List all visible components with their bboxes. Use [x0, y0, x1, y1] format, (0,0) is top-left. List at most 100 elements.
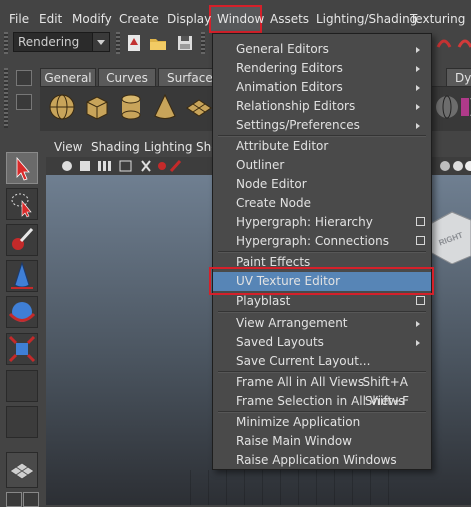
menu-item-label: Raise Application Windows	[236, 453, 397, 467]
menu-item-label: Playblast	[236, 294, 291, 308]
option-box-icon[interactable]	[416, 236, 425, 245]
nurbs-cone-icon[interactable]	[150, 92, 180, 122]
menu-item-save-current-layout[interactable]: Save Current Layout...	[213, 352, 431, 371]
menu-item-outliner[interactable]: Outliner	[213, 156, 431, 175]
menu-assets[interactable]: Assets	[270, 12, 309, 26]
move-tool-button[interactable]	[6, 260, 38, 292]
submenu-arrow-icon	[416, 123, 420, 129]
chevron-down-icon	[92, 33, 109, 51]
menu-item-shortcut: Shift+F	[364, 394, 409, 408]
panel-menu-view[interactable]: View	[54, 140, 82, 154]
panel-menu-shading[interactable]: Shading	[91, 140, 140, 154]
submenu-arrow-icon	[416, 85, 420, 91]
submenu-arrow-icon	[416, 340, 420, 346]
menu-item-raise-main-window[interactable]: Raise Main Window	[213, 432, 431, 451]
nurbs-cube-icon[interactable]	[82, 92, 112, 122]
menu-item-label: General Editors	[236, 42, 329, 56]
menu-file[interactable]: File	[9, 12, 29, 26]
menu-create[interactable]: Create	[119, 12, 159, 26]
paint-brush-icon	[12, 227, 34, 250]
nurbs-sphere-icon[interactable]	[47, 92, 77, 122]
move-cone-icon	[11, 261, 33, 289]
empty-tool-slot[interactable]	[6, 406, 38, 438]
menu-set-dropdown[interactable]: Rendering	[13, 32, 110, 52]
menu-item-settings-preferences[interactable]: Settings/Preferences	[213, 116, 431, 135]
shelf-tab-menu-button[interactable]	[16, 70, 32, 86]
menu-item-label: Hypergraph: Hierarchy	[236, 215, 373, 229]
save-scene-icon[interactable]	[175, 33, 195, 53]
shelf-tab-general[interactable]: General	[40, 68, 96, 86]
menu-item-view-arrangement[interactable]: View Arrangement	[213, 314, 431, 333]
menu-item-label: Saved Layouts	[236, 335, 324, 349]
menu-item-label: Rendering Editors	[236, 61, 343, 75]
menu-display[interactable]: Display	[167, 12, 211, 26]
menu-item-label: Hypergraph: Connections	[236, 234, 389, 248]
menu-lighting-shading[interactable]: Lighting/Shading	[316, 12, 417, 26]
menu-item-general-editors[interactable]: General Editors	[213, 40, 431, 59]
menu-texturing[interactable]: Texturing	[410, 12, 465, 26]
menu-item-minimize-application[interactable]: Minimize Application	[213, 413, 431, 432]
menu-window[interactable]: Window	[217, 12, 264, 26]
scale-cube-icon	[8, 335, 36, 363]
shelf-options-button[interactable]	[16, 94, 32, 110]
menu-item-rendering-editors[interactable]: Rendering Editors	[213, 59, 431, 78]
nurbs-plane-icon[interactable]	[184, 92, 214, 122]
snap-to-curves-icon[interactable]	[434, 33, 454, 53]
menu-separator	[218, 311, 426, 313]
menu-item-raise-application-windows[interactable]: Raise Application Windows	[213, 451, 431, 470]
menu-item-label: Relationship Editors	[236, 99, 356, 113]
nurbs-cylinder-icon[interactable]	[116, 92, 146, 122]
submenu-arrow-icon	[416, 66, 420, 72]
menu-item-attribute-editor[interactable]: Attribute Editor	[213, 137, 431, 156]
menu-item-frame-all-views[interactable]: Frame All in All Views Shift+A	[213, 373, 431, 392]
menu-item-hypergraph-connections[interactable]: Hypergraph: Connections	[213, 232, 431, 251]
shelf-deform-icon[interactable]	[455, 92, 471, 122]
statusline-handle[interactable]	[4, 32, 8, 54]
lasso-tool-button[interactable]	[6, 188, 38, 220]
rotate-sphere-icon	[8, 302, 36, 322]
last-tool-button[interactable]	[6, 370, 38, 402]
lasso-icon	[11, 193, 32, 218]
menu-item-label: Animation Editors	[236, 80, 343, 94]
shelf-tab-curves[interactable]: Curves	[98, 68, 156, 86]
menu-item-paint-effects[interactable]: Paint Effects	[213, 253, 431, 272]
shelf-handle[interactable]	[4, 68, 8, 128]
panel-toolbar-icons[interactable]	[58, 157, 208, 175]
menu-item-saved-layouts[interactable]: Saved Layouts	[213, 333, 431, 352]
option-box-icon[interactable]	[416, 217, 425, 226]
menu-item-relationship-editors[interactable]: Relationship Editors	[213, 97, 431, 116]
menu-item-label: Attribute Editor	[236, 139, 329, 153]
menu-item-uv-texture-editor[interactable]: UV Texture Editor	[213, 272, 431, 291]
layout-grid-icon	[9, 462, 35, 480]
open-scene-icon[interactable]	[148, 33, 168, 53]
menu-item-playblast[interactable]: Playblast	[213, 292, 431, 311]
menu-item-node-editor[interactable]: Node Editor	[213, 175, 431, 194]
menu-item-label: Minimize Application	[236, 415, 361, 429]
window-menu-dropdown: General Editors Rendering Editors Animat…	[212, 33, 432, 470]
viewcube[interactable]: RIGHT	[430, 194, 471, 264]
menu-item-frame-selection-views[interactable]: Frame Selection in All Views Shift+F	[213, 392, 431, 411]
panel-menu-lighting[interactable]: Lighting	[144, 140, 193, 154]
select-tool-button[interactable]	[6, 152, 38, 184]
rotate-tool-button[interactable]	[6, 296, 38, 328]
option-box-icon[interactable]	[416, 296, 425, 305]
menu-set-label: Rendering	[18, 35, 80, 49]
scale-tool-button[interactable]	[6, 333, 38, 365]
menu-modify[interactable]: Modify	[72, 12, 112, 26]
menu-item-label: Paint Effects	[236, 255, 311, 269]
paint-select-tool-button[interactable]	[6, 224, 38, 256]
menu-item-label: UV Texture Editor	[236, 274, 341, 288]
shading-spheres-icon[interactable]	[438, 157, 471, 175]
menu-item-create-node[interactable]: Create Node	[213, 194, 431, 213]
shelf-tab-surfaces[interactable]: Surfaces	[158, 68, 219, 86]
menu-edit[interactable]: Edit	[39, 12, 62, 26]
menu-item-shortcut: Shift+A	[362, 375, 408, 389]
menu-item-label: Frame All in All Views	[236, 375, 365, 389]
snap-to-points-icon[interactable]	[455, 33, 471, 53]
layout-single-pane-button[interactable]	[6, 452, 38, 488]
new-scene-icon[interactable]	[124, 33, 144, 53]
menu-item-label: Raise Main Window	[236, 434, 352, 448]
shelf-tab-dynamics[interactable]: Dyn	[446, 68, 471, 86]
menu-item-hypergraph-hierarchy[interactable]: Hypergraph: Hierarchy	[213, 213, 431, 232]
menu-item-animation-editors[interactable]: Animation Editors	[213, 78, 431, 97]
